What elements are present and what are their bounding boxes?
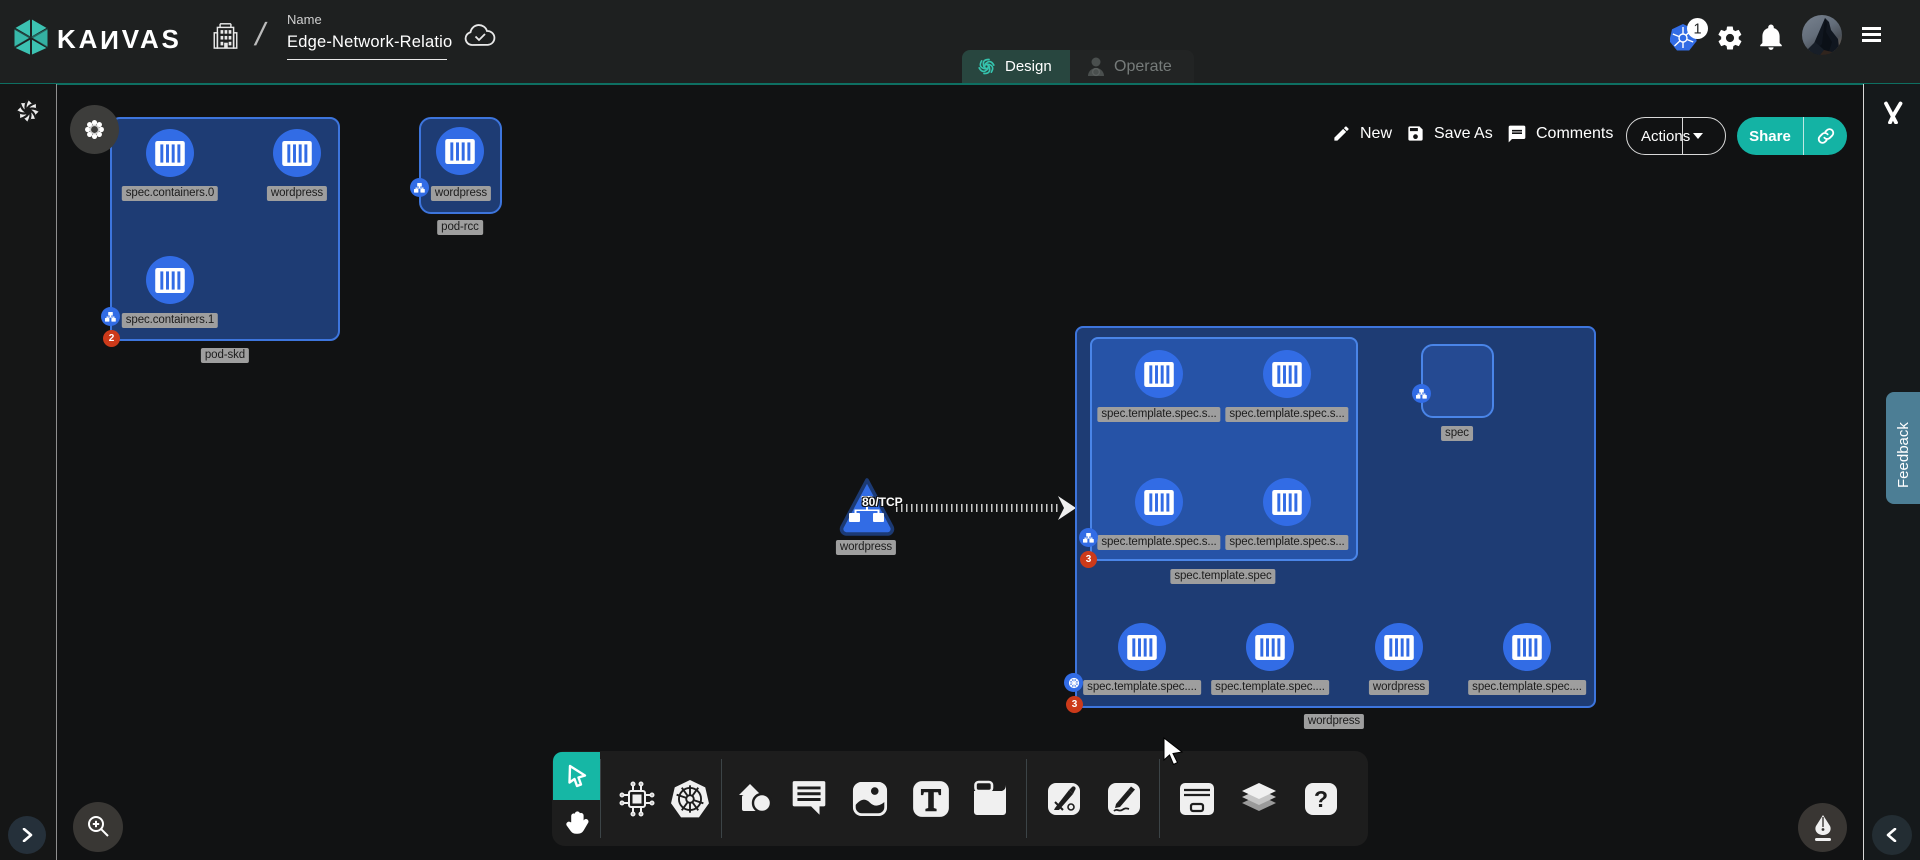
svg-text:1: 1 <box>1693 22 1701 38</box>
svg-text:?: ? <box>1314 786 1328 812</box>
